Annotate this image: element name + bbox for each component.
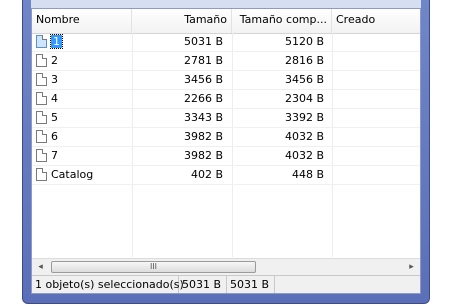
file-size: 2781 B <box>183 54 223 67</box>
file-rows: 1 5031 B 5120 B 2 2781 B 2816 B 3 3456 B… <box>32 33 420 185</box>
archive-window: Nombre Tamaño Tamaño comp... Creado 1 50… <box>22 0 430 304</box>
file-list-view: Nombre Tamaño Tamaño comp... Creado 1 50… <box>31 8 421 294</box>
file-name: 7 <box>51 149 58 162</box>
file-size: 3982 B <box>183 149 223 162</box>
file-compressed-size: 2304 B <box>284 92 324 105</box>
file-icon <box>36 35 47 48</box>
file-compressed-size: 4032 B <box>284 149 324 162</box>
file-size: 5031 B <box>183 35 223 48</box>
file-name-cell: 4 <box>36 90 126 108</box>
file-size: 3982 B <box>183 130 223 143</box>
file-size: 2266 B <box>183 92 223 105</box>
status-bar: 1 objeto(s) seleccionado(s) 5031 B 5031 … <box>32 275 420 293</box>
file-row[interactable]: 3 3456 B 3456 B <box>32 71 420 90</box>
file-icon <box>36 111 47 124</box>
file-size: 3343 B <box>183 111 223 124</box>
file-icon <box>36 73 47 86</box>
list-header: Nombre Tamaño Tamaño comp... Creado <box>32 9 420 34</box>
file-name-cell: 6 <box>36 128 126 146</box>
file-size: 402 B <box>190 168 223 181</box>
file-icon <box>36 54 47 67</box>
file-name-cell: 3 <box>36 71 126 89</box>
file-icon <box>36 168 47 181</box>
status-size: 5031 B <box>179 276 227 293</box>
file-name: 2 <box>51 54 58 67</box>
file-icon <box>36 92 47 105</box>
file-icon <box>36 149 47 162</box>
file-size: 3456 B <box>183 73 223 86</box>
file-compressed-size: 2816 B <box>284 54 324 67</box>
column-header-name[interactable]: Nombre <box>32 9 132 33</box>
file-name: 4 <box>51 92 58 105</box>
file-row[interactable]: 7 3982 B 4032 B <box>32 147 420 166</box>
file-compressed-size: 3392 B <box>284 111 324 124</box>
file-name-cell: 2 <box>36 52 126 70</box>
file-compressed-size: 5120 B <box>284 35 324 48</box>
scrollbar-thumb[interactable]: III <box>51 261 256 273</box>
file-row[interactable]: 2 2781 B 2816 B <box>32 52 420 71</box>
file-row[interactable]: 5 3343 B 3392 B <box>32 109 420 128</box>
horizontal-scrollbar[interactable]: ◂ III ▸ <box>32 258 420 275</box>
file-compressed-size: 4032 B <box>284 130 324 143</box>
scroll-right-icon[interactable]: ▸ <box>403 259 420 275</box>
column-header-compressed-size[interactable]: Tamaño comp... <box>232 9 332 33</box>
scroll-left-icon[interactable]: ◂ <box>32 259 49 275</box>
status-compressed-size: 5031 B <box>227 276 275 293</box>
file-compressed-size: 448 B <box>291 168 324 181</box>
column-header-size[interactable]: Tamaño <box>132 9 232 33</box>
file-compressed-size: 3456 B <box>284 73 324 86</box>
file-name: 5 <box>51 111 58 124</box>
file-name-cell: 7 <box>36 147 126 165</box>
file-icon <box>36 130 47 143</box>
column-header-created[interactable]: Creado <box>332 9 422 33</box>
file-name: Catalog <box>51 168 94 181</box>
file-name-cell: 5 <box>36 109 126 127</box>
file-row[interactable]: 6 3982 B 4032 B <box>32 128 420 147</box>
file-name-cell: Catalog <box>36 166 126 184</box>
file-row[interactable]: 1 5031 B 5120 B <box>32 33 420 52</box>
file-row[interactable]: Catalog 402 B 448 B <box>32 166 420 185</box>
status-selection: 1 objeto(s) seleccionado(s) <box>32 276 184 293</box>
file-name-cell: 1 <box>36 33 126 51</box>
file-name: 1 <box>50 34 63 49</box>
file-name: 3 <box>51 73 58 86</box>
file-row[interactable]: 4 2266 B 2304 B <box>32 90 420 109</box>
file-name: 6 <box>51 130 58 143</box>
